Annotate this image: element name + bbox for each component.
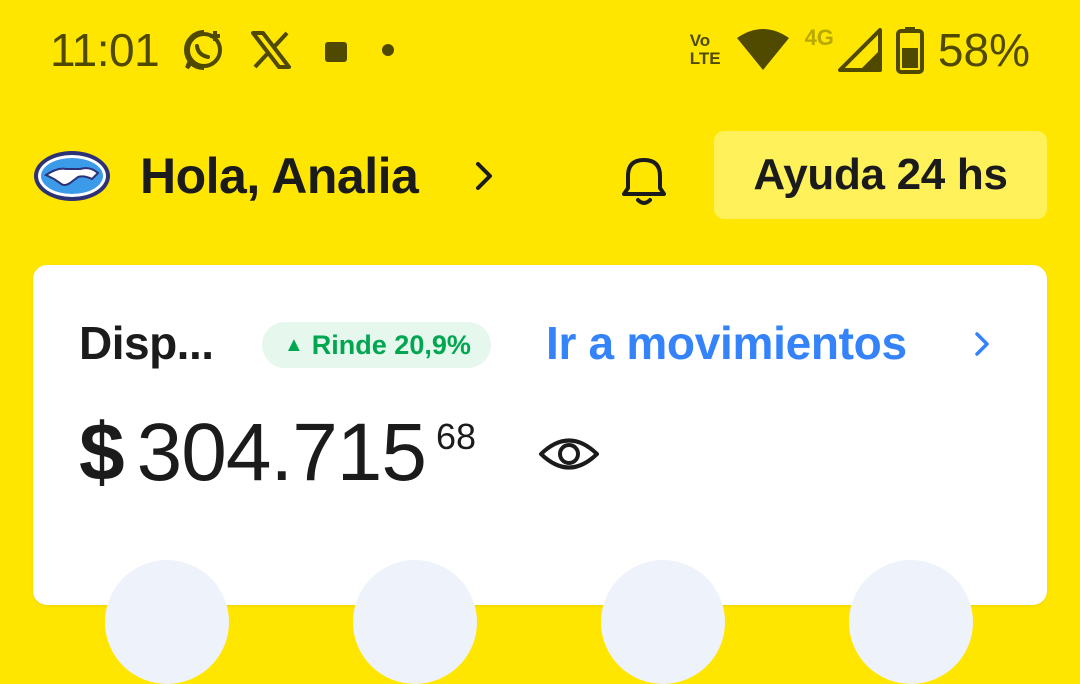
shortcut-button-4[interactable]	[849, 560, 973, 684]
status-bar-left: 11:01	[50, 22, 399, 78]
balance-amount: $ 304.715 68	[79, 405, 476, 501]
movements-link[interactable]: Ir a movimientos	[546, 315, 907, 371]
account-balance-card: Disp... ▲ Rinde 20,9% Ir a movimientos $…	[33, 265, 1047, 684]
status-bar-right: Vo LTE 4G 58%	[690, 22, 1030, 78]
chevron-right-icon[interactable]	[470, 158, 498, 194]
4g-icon: 4G	[804, 25, 834, 50]
battery-percentage: 58%	[937, 24, 1030, 76]
signal-icon	[837, 28, 882, 72]
eye-icon[interactable]	[538, 433, 600, 475]
shortcut-button-1[interactable]	[105, 560, 229, 684]
currency-symbol: $	[79, 407, 125, 498]
shortcut-button-3[interactable]	[601, 560, 725, 684]
battery-icon	[895, 27, 924, 74]
chevron-right-icon[interactable]	[971, 329, 993, 359]
whatsapp-icon	[184, 30, 223, 70]
x-icon	[251, 31, 292, 69]
help-24hs-button[interactable]: Ayuda 24 hs	[714, 131, 1047, 219]
bell-icon[interactable]	[612, 148, 676, 210]
yield-badge[interactable]: ▲ Rinde 20,9%	[262, 322, 491, 368]
shortcut-button-2[interactable]	[353, 560, 477, 684]
wifi-icon	[736, 29, 789, 70]
clock: 11:01	[50, 24, 160, 76]
balance-cents: 68	[436, 416, 477, 457]
yield-badge-text: Rinde 20,9%	[311, 329, 471, 360]
mercadolibre-handshake-logo[interactable]	[32, 149, 112, 203]
available-balance-label: Disp...	[79, 317, 214, 369]
greeting-text[interactable]: Hola, Analia	[140, 148, 419, 204]
notification-square-icon	[325, 42, 348, 62]
volte-icon: Vo LTE	[689, 31, 721, 68]
up-arrow-icon: ▲	[284, 333, 304, 356]
app-header: Hola, Analia Ayuda 24 hs	[0, 128, 1080, 223]
balance-integer: 304.715	[136, 407, 427, 498]
status-bar: 11:01 Vo LTE 4G 58%	[0, 0, 1080, 100]
dot-icon	[382, 44, 395, 56]
